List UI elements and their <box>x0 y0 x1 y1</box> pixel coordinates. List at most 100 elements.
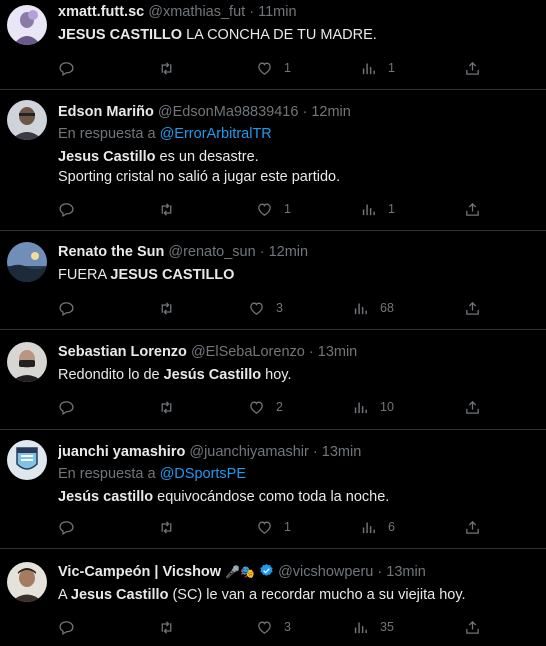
views-button[interactable]: 6 <box>360 517 395 537</box>
text-body: equivocándose como toda la noche. <box>153 489 390 505</box>
avatar[interactable] <box>7 242 47 282</box>
emoji-badges: 🎤🎭 <box>225 565 255 579</box>
reply-button[interactable] <box>58 58 75 78</box>
tweet-text: Jesús castillo equivocándose como toda l… <box>58 487 536 507</box>
timestamp[interactable]: 13min <box>386 564 426 580</box>
user-name[interactable]: Sebastian Lorenzo <box>58 344 187 360</box>
tweet-text: Jesus Castillo es un desastre. Sporting … <box>58 147 536 187</box>
tweet-text: A Jesus Castillo (SC) le van a recordar … <box>58 585 536 605</box>
separator: · <box>308 344 314 360</box>
tweet-text: JESUS CASTILLO LA CONCHA DE TU MADRE. <box>58 25 536 45</box>
tweet[interactable]: Sebastian Lorenzo @ElSebaLorenzo · 13min… <box>0 330 546 430</box>
like-button[interactable]: 1 <box>256 58 291 78</box>
separator: · <box>259 244 265 260</box>
user-name[interactable]: juanchi yamashiro <box>58 444 185 460</box>
tweet-text: FUERA JESUS CASTILLO <box>58 265 536 285</box>
user-handle[interactable]: @EdsonMa98839416 <box>158 104 299 120</box>
timestamp[interactable]: 12min <box>311 104 351 120</box>
user-handle[interactable]: @juanchiyamashir <box>189 444 309 460</box>
share-button[interactable] <box>464 298 481 318</box>
reply-icon <box>58 201 75 218</box>
reply-icon <box>58 619 75 636</box>
share-button[interactable] <box>464 617 481 637</box>
reply-to-link[interactable]: @DSportsPE <box>160 466 246 482</box>
action-bar: 3 35 <box>58 617 538 637</box>
user-handle[interactable]: @xmathias_fut <box>148 4 245 20</box>
like-count: 1 <box>284 520 291 534</box>
reply-button[interactable] <box>58 298 75 318</box>
separator: · <box>302 104 308 120</box>
views-button[interactable]: 1 <box>360 58 395 78</box>
avatar[interactable] <box>7 5 47 45</box>
reply-to-link[interactable]: @ErrorArbitralTR <box>160 126 272 142</box>
avatar[interactable] <box>7 562 47 602</box>
share-button[interactable] <box>464 397 481 417</box>
like-button[interactable]: 3 <box>248 298 283 318</box>
timestamp[interactable]: 13min <box>318 344 358 360</box>
text-highlight: JESUS CASTILLO <box>110 267 235 283</box>
like-button[interactable]: 2 <box>248 397 283 417</box>
verified-badge-icon <box>259 563 274 580</box>
views-count: 10 <box>380 400 394 414</box>
views-icon <box>360 201 377 218</box>
like-icon <box>256 619 273 636</box>
user-name[interactable]: xmatt.futt.sc <box>58 4 144 20</box>
user-handle[interactable]: @ElSebaLorenzo <box>191 344 305 360</box>
avatar[interactable] <box>7 100 47 140</box>
timestamp[interactable]: 12min <box>269 244 309 260</box>
user-name[interactable]: Renato the Sun <box>58 244 164 260</box>
avatar[interactable] <box>7 342 47 382</box>
tweet[interactable]: xmatt.futt.sc @xmathias_fut · 11min JESU… <box>0 0 546 90</box>
retweet-button[interactable] <box>158 517 175 537</box>
separator: · <box>312 444 318 460</box>
tweet[interactable]: juanchi yamashiro @juanchiyamashir · 13m… <box>0 430 546 549</box>
like-button[interactable]: 1 <box>256 199 291 219</box>
views-icon <box>360 519 377 536</box>
text-highlight: Jesus Castillo <box>58 149 156 165</box>
reply-button[interactable] <box>58 397 75 417</box>
text-prefix: Redondito lo de <box>58 367 164 383</box>
user-name[interactable]: Vic-Campeón | Vicshow <box>58 564 221 580</box>
retweet-button[interactable] <box>158 199 175 219</box>
views-button[interactable]: 10 <box>352 397 394 417</box>
user-handle[interactable]: @vicshowperu <box>278 564 373 580</box>
share-icon <box>464 399 481 416</box>
retweet-button[interactable] <box>158 58 175 78</box>
reply-prefix: En respuesta a <box>58 126 156 142</box>
reply-button[interactable] <box>58 199 75 219</box>
text-highlight: JESUS CASTILLO <box>58 27 183 43</box>
views-icon <box>352 619 369 636</box>
like-button[interactable]: 1 <box>256 517 291 537</box>
retweet-icon <box>158 519 175 536</box>
views-button[interactable]: 68 <box>352 298 394 318</box>
avatar[interactable] <box>7 440 47 480</box>
reply-button[interactable] <box>58 517 75 537</box>
tweet[interactable]: Renato the Sun @renato_sun · 12min FUERA… <box>0 231 546 330</box>
text-prefix: A <box>58 587 71 603</box>
user-name[interactable]: Edson Mariño <box>58 104 154 120</box>
share-button[interactable] <box>464 199 481 219</box>
share-icon <box>464 300 481 317</box>
like-button[interactable]: 3 <box>256 617 291 637</box>
like-count: 3 <box>276 301 283 315</box>
views-icon <box>352 300 369 317</box>
reply-button[interactable] <box>58 617 75 637</box>
tweet[interactable]: Vic-Campeón | Vicshow 🎤🎭 @vicshowperu · … <box>0 549 546 646</box>
tweet-text: Redondito lo de Jesús Castillo hoy. <box>58 365 536 385</box>
views-button[interactable]: 35 <box>352 617 394 637</box>
retweet-icon <box>158 300 175 317</box>
retweet-button[interactable] <box>158 298 175 318</box>
timestamp[interactable]: 11min <box>258 4 296 20</box>
separator: · <box>377 564 383 580</box>
retweet-button[interactable] <box>158 617 175 637</box>
views-count: 1 <box>388 202 395 216</box>
share-button[interactable] <box>464 58 481 78</box>
action-bar: 1 1 <box>58 199 538 219</box>
share-button[interactable] <box>464 517 481 537</box>
tweet[interactable]: Edson Mariño @EdsonMa98839416 · 12min En… <box>0 90 546 231</box>
user-handle[interactable]: @renato_sun <box>168 244 255 260</box>
timestamp[interactable]: 13min <box>322 444 362 460</box>
share-icon <box>464 519 481 536</box>
retweet-button[interactable] <box>158 397 175 417</box>
views-button[interactable]: 1 <box>360 199 395 219</box>
